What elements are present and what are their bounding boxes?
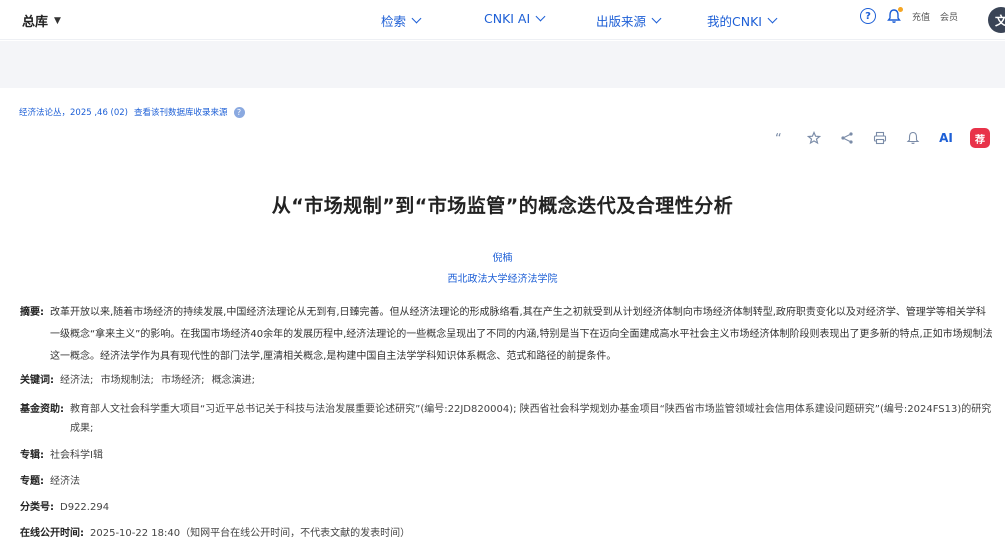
recommend-label: 荐 (975, 134, 985, 146)
svg-text:“: “ (775, 132, 782, 145)
keywords-label: 关键词: (20, 375, 54, 386)
translate-icon[interactable]: 文 (988, 7, 1005, 33)
journal-source-text[interactable]: 经济法论丛，2025 ,46 (02) (19, 106, 128, 118)
library-selector[interactable]: 总库 ▼ (22, 11, 61, 30)
top-navigation-bar: 总库 ▼ 检索 CNKI AI 出版来源 我的CNKI ? 充值 会员 文 (0, 0, 1005, 40)
nav-search[interactable]: 检索 (381, 11, 422, 30)
user-tools: ? 充值 会员 (860, 7, 958, 24)
nav-my-cnki[interactable]: 我的CNKI (707, 11, 778, 30)
nav-my-cnki-label: 我的CNKI (707, 14, 762, 29)
online-time-section: 在线公开时间: 2025-10-22 18:40（知网平台在线公开时间，不代表文… (20, 524, 410, 543)
abstract-text: 改革开放以来,随着市场经济的持续发展,中国经济法理论从无到有,日臻完善。但从经济… (50, 307, 993, 362)
author-link[interactable]: 倪楠 (0, 249, 1005, 264)
classification-label: 分类号: (20, 502, 54, 513)
ai-label: AI (939, 131, 953, 145)
keyword-link[interactable]: 市场规制法; (101, 375, 154, 386)
article-title: 从“市场规制”到“市场监管”的概念迭代及合理性分析 (271, 195, 734, 217)
recommend-button[interactable]: 荐 (970, 128, 990, 148)
keywords-section: 关键词: 经济法; 市场规制法; 市场经济; 概念演进; (20, 371, 259, 390)
nav-cnki-ai-label: CNKI AI (484, 11, 531, 26)
view-source-link[interactable]: 查看该刊数据库收录来源 (134, 106, 228, 118)
recharge-link[interactable]: 充值 (912, 10, 930, 23)
quote-icon[interactable]: “ (772, 129, 790, 147)
help-icon[interactable]: ? (860, 8, 876, 24)
chevron-down-icon (535, 11, 546, 22)
online-time-value: 2025-10-22 18:40（知网平台在线公开时间，不代表文献的发表时间） (90, 528, 411, 539)
fund-section: 基金资助: 教育部人文社会科学重大项目“习近平总书记关于科技与法治发展重要论述研… (20, 400, 995, 438)
fund-label: 基金资助: (20, 404, 64, 415)
article-toolbar: “ AI 荐 (772, 128, 990, 148)
chevron-down-icon (767, 13, 778, 24)
series-value: 社会科学Ⅰ辑 (50, 450, 103, 461)
library-label: 总库 (22, 15, 49, 30)
member-link[interactable]: 会员 (940, 10, 958, 23)
nav-cnki-ai[interactable]: CNKI AI (484, 11, 546, 26)
star-icon[interactable] (805, 129, 823, 147)
topic-value: 经济法 (50, 476, 80, 487)
fund-text[interactable]: 教育部人文社会科学重大项目“习近平总书记关于科技与法治发展重要论述研究”(编号:… (70, 400, 995, 438)
series-label: 专辑: (20, 450, 44, 461)
abstract-label: 摘要: (20, 307, 44, 318)
notification-dot (898, 7, 903, 12)
classification-value: D922.294 (60, 502, 110, 513)
share-icon[interactable] (838, 129, 856, 147)
keyword-link[interactable]: 概念演进; (212, 375, 255, 386)
chevron-down-icon (411, 13, 422, 24)
topic-section: 专题: 经济法 (20, 472, 80, 491)
header-band (0, 41, 1005, 88)
alert-bell-icon[interactable] (904, 129, 922, 147)
notification-bell-icon[interactable] (886, 7, 903, 24)
nav-search-label: 检索 (381, 14, 407, 29)
nav-publication-source[interactable]: 出版来源 (596, 11, 662, 30)
classification-section: 分类号: D922.294 (20, 498, 109, 517)
ai-button[interactable]: AI (937, 129, 955, 147)
caret-down-icon: ▼ (54, 15, 61, 26)
online-time-label: 在线公开时间: (20, 528, 84, 539)
print-icon[interactable] (871, 129, 889, 147)
organization-link[interactable]: 西北政法大学经济法学院 (0, 270, 1005, 285)
chevron-down-icon (651, 13, 662, 24)
keyword-link[interactable]: 经济法; (60, 375, 93, 386)
topic-label: 专题: (20, 476, 44, 487)
nav-publication-source-label: 出版来源 (596, 14, 647, 29)
journal-source: 经济法论丛，2025 ,46 (02) 查看该刊数据库收录来源 ? (19, 106, 245, 118)
translate-glyph: 文 (994, 13, 1005, 28)
abstract-section: 摘要: 改革开放以来,随着市场经济的持续发展,中国经济法理论从无到有,日臻完善。… (20, 302, 995, 368)
series-section: 专辑: 社会科学Ⅰ辑 (20, 446, 103, 465)
keyword-link[interactable]: 市场经济; (161, 375, 204, 386)
help-icon[interactable]: ? (233, 106, 245, 118)
